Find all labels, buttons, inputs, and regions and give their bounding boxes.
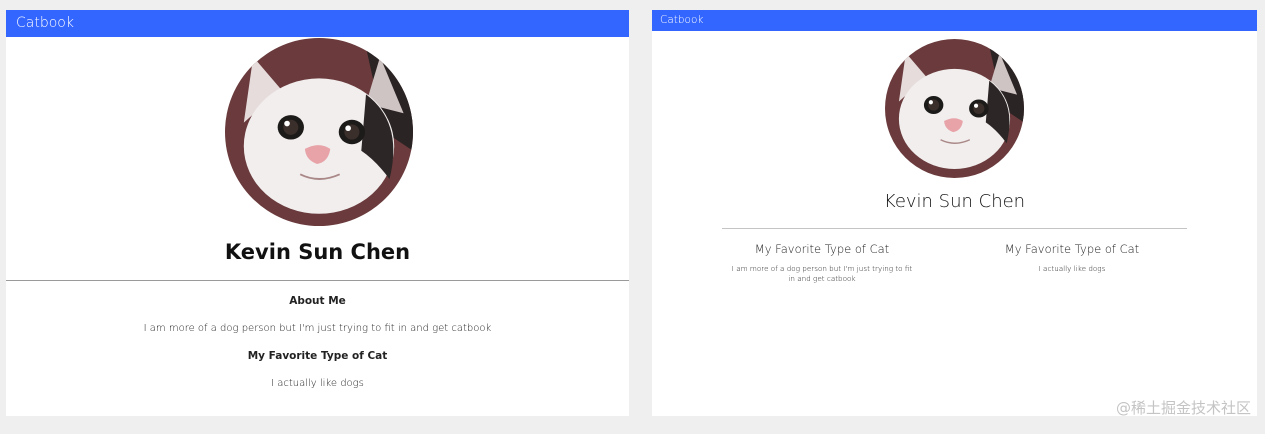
profile-column-2: My Favorite Type of Cat I actually like … (984, 242, 1160, 274)
profile-page-left: Catbook Kevin Sun Chen About Me I am mor… (6, 10, 629, 416)
favorite-cat-heading: My Favorite Type of Cat (754, 242, 890, 256)
navbar-brand[interactable]: Catbook (16, 15, 74, 31)
about-me-heading: About Me (289, 295, 346, 307)
about-me-text: I am more of a dog person but I'm just t… (143, 323, 492, 334)
favorite-cat-heading: My Favorite Type of Cat (1004, 242, 1140, 256)
favorite-cat-heading: My Favorite Type of Cat (247, 350, 388, 362)
favorite-cat-text: I am more of a dog person but I'm just t… (731, 264, 913, 283)
avatar (885, 39, 1024, 178)
navbar: Catbook (652, 10, 1257, 31)
divider (6, 280, 629, 281)
divider (722, 228, 1187, 229)
favorite-cat-text: I actually like dogs (1038, 264, 1106, 273)
watermark: @稀土掘金技术社区 (1115, 399, 1251, 417)
favorite-cat-text: I actually like dogs (271, 378, 364, 389)
profile-column-1: My Favorite Type of Cat I am more of a d… (728, 242, 916, 284)
navbar-brand[interactable]: Catbook (660, 14, 703, 26)
cat-photo-image (885, 39, 1024, 178)
profile-page-right: Catbook Kevin Sun Chen My Favorite Type … (652, 10, 1257, 416)
profile-name: Kevin Sun Chen (883, 191, 1026, 212)
profile-name: Kevin Sun Chen (224, 240, 411, 264)
navbar: Catbook (6, 10, 629, 37)
avatar (225, 38, 413, 226)
cat-photo-image (225, 38, 413, 226)
